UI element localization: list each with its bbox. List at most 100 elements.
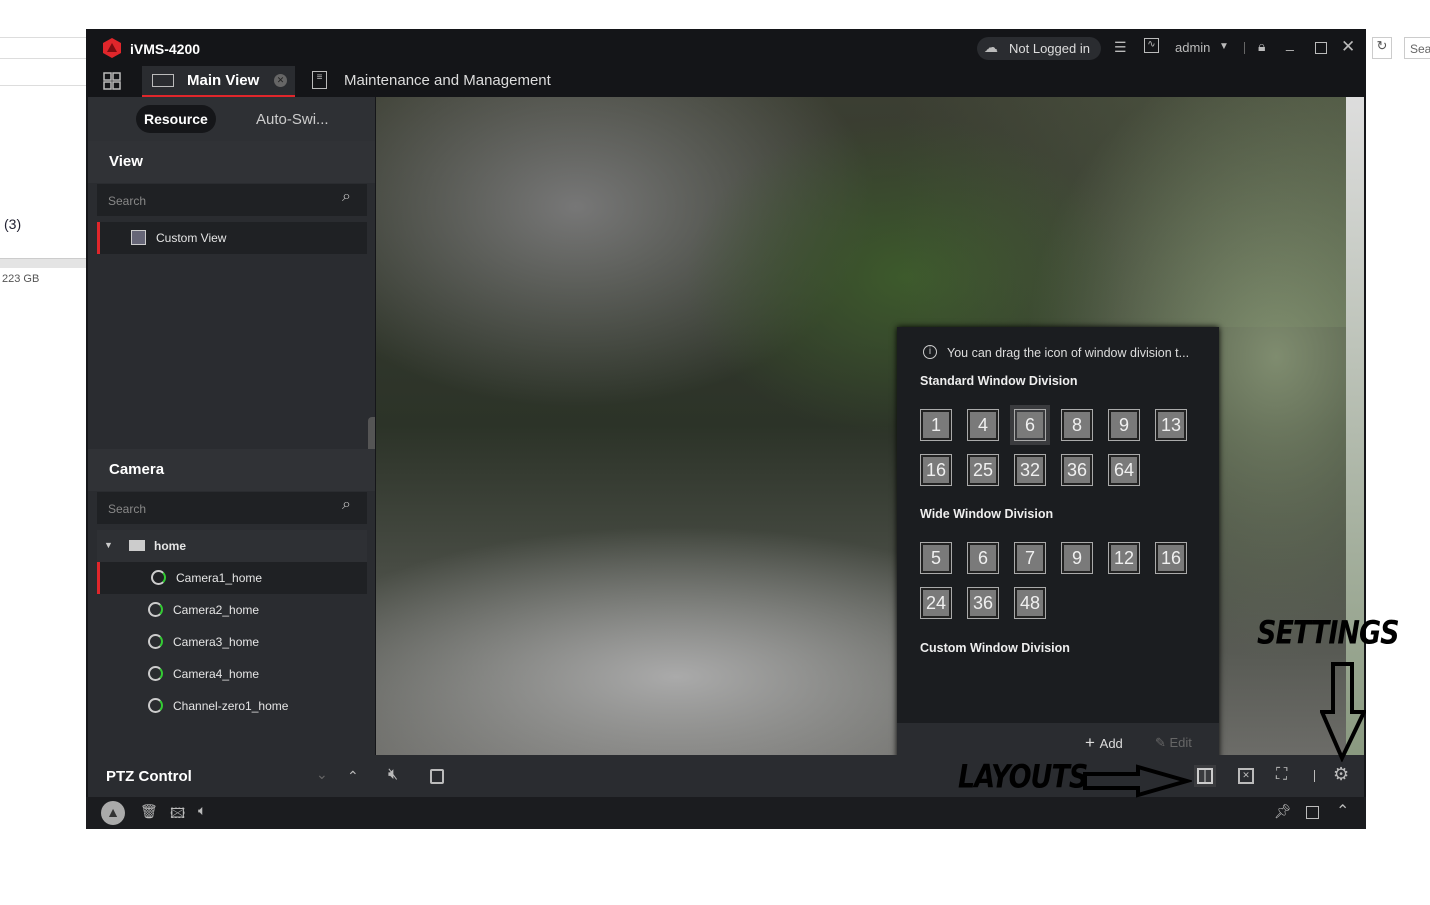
tab-resource[interactable]: Resource	[136, 105, 216, 133]
edit-button[interactable]: ✎ Edit	[1155, 735, 1192, 751]
layout-button[interactable]	[1194, 765, 1216, 787]
minimize-icon[interactable]: _	[1286, 35, 1294, 51]
layout-wide-24[interactable]: 24	[920, 587, 952, 619]
list-item[interactable]: Custom View	[97, 222, 367, 254]
background-refresh-icon[interactable]: ↻	[1372, 37, 1392, 59]
window-toggle-icon[interactable]	[1306, 806, 1319, 819]
camera-label: Camera3_home	[173, 635, 260, 649]
settings-gear-icon[interactable]: ⚙	[1333, 764, 1349, 785]
layout-wide-12[interactable]: 12	[1108, 542, 1140, 574]
search-icon[interactable]: ⌕	[342, 496, 351, 514]
sound-off-icon[interactable]: 🔈︎	[198, 802, 206, 819]
layout-wide-9[interactable]: 9	[1061, 542, 1093, 574]
app-window: iVMS-4200 ☁ Not Logged in ☰ ∿ admin ▼ 🔒︎…	[86, 29, 1366, 829]
layout-standard-64[interactable]: 64	[1108, 454, 1140, 486]
background-count: (3)	[4, 216, 22, 232]
layout-label: 7	[1017, 545, 1043, 571]
tab-auto-switch[interactable]: Auto-Swi...	[256, 111, 329, 128]
annotation-layouts: LAYOUTS	[958, 758, 1088, 797]
view-section-title: View	[88, 141, 375, 183]
camera-section-title: Camera	[88, 449, 375, 491]
camera-view-icon	[152, 74, 174, 87]
camera-search-input[interactable]: Search	[97, 492, 367, 524]
maximize-icon[interactable]	[1315, 42, 1327, 54]
edit-icon: ✎	[1155, 735, 1170, 750]
camera-list-item[interactable]: Channel-zero1_home	[97, 690, 367, 722]
layout-label: 9	[1064, 545, 1090, 571]
background-search[interactable]: Sear	[1404, 37, 1430, 59]
group-label: home	[154, 539, 187, 553]
camera-icon	[151, 570, 166, 585]
caret-down-icon[interactable]: ▼	[104, 540, 113, 550]
close-all-windows-icon[interactable]: ✕	[1238, 768, 1254, 784]
save-icon[interactable]	[430, 769, 444, 784]
folder-icon	[129, 540, 145, 551]
layout-standard-1[interactable]: 1	[920, 409, 952, 441]
maintenance-icon: ≡	[312, 71, 327, 89]
task-list-icon[interactable]: ☰	[1114, 39, 1127, 56]
camera-list-item[interactable]: Camera3_home	[97, 626, 367, 658]
module-grid-icon[interactable]	[103, 72, 121, 90]
layout-standard-13[interactable]: 13	[1155, 409, 1187, 441]
camera-list-item[interactable]: Camera2_home	[97, 594, 367, 626]
annotation-settings: SETTINGS	[1257, 614, 1400, 653]
layout-standard-8[interactable]: 8	[1061, 409, 1093, 441]
layout-label: 25	[970, 457, 996, 483]
layout-standard-6[interactable]: 6	[1010, 405, 1050, 445]
wide-division-title: Wide Window Division	[920, 507, 1054, 521]
chevron-up-icon[interactable]: ⌃	[347, 768, 359, 785]
layout-label: 8	[1064, 412, 1090, 438]
tab-close-icon[interactable]: ✕	[274, 74, 287, 87]
mute-all-icon[interactable]: 🔇︎	[388, 766, 398, 784]
view-search-input[interactable]: Search	[97, 184, 367, 216]
user-menu[interactable]: admin	[1175, 40, 1210, 55]
custom-view-icon	[131, 230, 146, 245]
layout-label: 12	[1111, 545, 1137, 571]
layout-wide-48[interactable]: 48	[1014, 587, 1046, 619]
layout-label: 6	[1017, 412, 1043, 438]
alarm-warning-icon[interactable]: ▲	[101, 801, 125, 825]
layout-standard-25[interactable]: 25	[967, 454, 999, 486]
cloud-status-label: Not Logged in	[1009, 41, 1090, 56]
camera-list-item[interactable]: Camera1_home	[97, 562, 367, 594]
camera-icon	[148, 634, 163, 649]
close-icon[interactable]: ✕	[1341, 37, 1355, 57]
tab-main-view[interactable]: Main View ✕	[142, 66, 295, 97]
tab-maintenance[interactable]: Maintenance and Management	[344, 72, 551, 89]
camera-icon	[148, 698, 163, 713]
layout-wide-7[interactable]: 7	[1014, 542, 1046, 574]
hint-text: You can drag the icon of window division…	[947, 346, 1190, 360]
layout-wide-5[interactable]: 5	[920, 542, 952, 574]
lock-icon[interactable]: 🔒︎	[1258, 38, 1265, 55]
camera-list-item[interactable]: Camera4_home	[97, 658, 367, 690]
item-label: Custom View	[156, 231, 227, 245]
layout-standard-4[interactable]: 4	[967, 409, 999, 441]
layout-label: 13	[1158, 412, 1184, 438]
layout-label: 48	[1017, 590, 1043, 616]
pin-icon[interactable]: 📌︎	[1274, 803, 1292, 820]
fullscreen-icon[interactable]: ⛶	[1276, 766, 1287, 784]
delete-icon[interactable]: 🗑︎	[140, 803, 158, 820]
expand-up-icon[interactable]: ⌃	[1336, 801, 1349, 821]
ptz-control-title: PTZ Control	[106, 768, 192, 785]
layout-wide-36[interactable]: 36	[967, 587, 999, 619]
layout-label: 32	[1017, 457, 1043, 483]
layout-wide-16[interactable]: 16	[1155, 542, 1187, 574]
add-button[interactable]: + Add	[1085, 733, 1123, 753]
layout-standard-36[interactable]: 36	[1061, 454, 1093, 486]
layout-standard-9[interactable]: 9	[1108, 409, 1140, 441]
layout-label: 36	[1064, 457, 1090, 483]
layout-label: 16	[1158, 545, 1184, 571]
system-monitor-icon[interactable]: ∿	[1144, 38, 1159, 53]
chevron-down-icon[interactable]: ▼	[1219, 41, 1229, 52]
app-title: iVMS-4200	[130, 41, 201, 57]
layout-standard-32[interactable]: 32	[1014, 454, 1046, 486]
layout-wide-6[interactable]: 6	[967, 542, 999, 574]
cloud-status-button[interactable]: ☁ Not Logged in	[977, 37, 1101, 60]
group-home[interactable]: ▼ home	[97, 530, 367, 562]
layout-standard-16[interactable]: 16	[920, 454, 952, 486]
chevron-down-icon[interactable]: ⌄	[316, 766, 328, 783]
search-icon[interactable]: ⌕	[342, 188, 351, 206]
image-disabled-icon[interactable]: 🖾	[170, 803, 185, 827]
layout-label: 6	[970, 545, 996, 571]
